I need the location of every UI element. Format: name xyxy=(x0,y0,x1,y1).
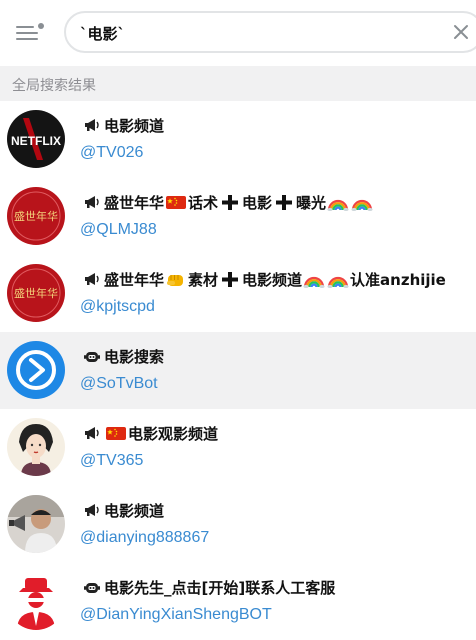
title-text: 电影搜索 xyxy=(104,347,165,366)
title-text: 曝光 xyxy=(296,193,327,212)
notification-dot xyxy=(38,23,44,29)
title-text: 电影频道 xyxy=(104,116,165,135)
megaphone-icon xyxy=(83,425,101,441)
rainbow-icon xyxy=(351,193,373,211)
rainbow-icon xyxy=(327,193,349,211)
clear-search-button[interactable] xyxy=(452,23,470,41)
megaphone-icon xyxy=(83,271,101,287)
result-handle: @TV026 xyxy=(80,144,144,161)
rainbow-emoji xyxy=(303,276,325,288)
result-item[interactable]: 电影搜索 @SoTvBot xyxy=(0,332,476,409)
bot-icon xyxy=(83,348,101,364)
avatar xyxy=(7,341,65,399)
rainbow-emoji xyxy=(327,199,349,211)
avatar: 盛世年华 xyxy=(7,187,65,245)
result-handle: @DianYingXianShengBOT xyxy=(80,606,272,623)
search-box xyxy=(64,11,476,53)
flag-cn-emoji xyxy=(166,196,187,209)
plus-emoji xyxy=(222,195,239,210)
top-bar xyxy=(0,0,476,66)
megaphone-glyph xyxy=(85,119,99,131)
megaphone-glyph xyxy=(85,427,99,439)
illustrated-woman-icon xyxy=(7,418,65,476)
result-title: 电影先生_点击[开始]联系人工客服 xyxy=(83,576,335,598)
svg-text:NETFLIX: NETFLIX xyxy=(11,134,61,148)
result-title: 盛世年华 话术 电影 曝光 xyxy=(83,191,374,213)
result-item[interactable]: NETFLIX 电影频道 @TV026 xyxy=(0,101,476,178)
red-seal-logo-icon: 盛世年华 xyxy=(7,187,65,245)
megaphone-icon xyxy=(83,117,101,133)
red-agent-logo-icon xyxy=(7,572,65,630)
rainbow-emoji xyxy=(327,276,349,288)
search-input[interactable] xyxy=(80,22,440,44)
rainbow-icon xyxy=(327,270,349,288)
result-handle: @kpjtscpd xyxy=(80,298,155,315)
avatar xyxy=(7,495,65,553)
title-text: 素材 xyxy=(188,270,219,289)
title-text: 电影频道 xyxy=(242,270,303,289)
menu-icon xyxy=(16,26,34,28)
result-handle: @SoTvBot xyxy=(80,375,158,392)
svg-text:盛世年华: 盛世年华 xyxy=(14,209,58,223)
netflix-logo-icon: NETFLIX xyxy=(7,110,65,168)
megaphone-icon xyxy=(83,194,101,210)
result-item[interactable]: 电影频道 @dianying888867 xyxy=(0,486,476,563)
plus-icon xyxy=(273,193,295,211)
menu-icon-line xyxy=(16,38,38,40)
title-text: 电影频道 xyxy=(104,501,165,520)
result-title: 电影观影频道 xyxy=(83,422,218,444)
plus-emoji xyxy=(222,272,239,287)
flag-cn-emoji xyxy=(106,427,126,440)
section-title: 全局搜索结果 xyxy=(12,78,96,94)
plus-emoji xyxy=(276,195,293,210)
megaphone-glyph xyxy=(85,273,99,285)
flag-cn-icon xyxy=(165,193,187,211)
megaphone-glyph xyxy=(85,196,99,208)
search-results-list: NETFLIX 电影频道 @TV026 盛世年华 盛世年华 话术 电影 曝光 @QLMJ88 盛世… xyxy=(0,101,476,640)
title-text: 话术 xyxy=(188,193,219,212)
bot-icon xyxy=(83,579,101,595)
bot-glyph xyxy=(84,352,100,362)
bot-glyph xyxy=(84,583,100,593)
svg-text:盛世年华: 盛世年华 xyxy=(14,286,58,300)
result-handle: @dianying888867 xyxy=(80,529,210,546)
result-item[interactable]: 电影观影频道 @TV365 xyxy=(0,409,476,486)
result-title: 盛世年华 素材 电影频道 认准anzhijie xyxy=(83,268,446,290)
blue-arrow-logo-icon xyxy=(7,341,65,399)
man-with-megaphone-icon xyxy=(7,495,65,553)
title-text: 电影 xyxy=(242,193,273,212)
avatar xyxy=(7,418,65,476)
title-text: 电影观影频道 xyxy=(128,424,219,443)
fist-icon xyxy=(165,270,187,288)
result-handle: @TV365 xyxy=(80,452,144,469)
close-icon xyxy=(454,25,468,39)
flag-cn-icon xyxy=(105,424,127,442)
result-title: 电影频道 xyxy=(83,499,164,521)
fist-emoji xyxy=(167,275,184,286)
result-item[interactable]: 盛世年华 盛世年华 话术 电影 曝光 @QLMJ88 xyxy=(0,178,476,255)
section-header: 全局搜索结果 xyxy=(0,66,476,101)
rainbow-icon xyxy=(303,270,325,288)
plus-icon xyxy=(219,270,241,288)
megaphone-icon xyxy=(83,502,101,518)
red-seal-logo-icon: 盛世年华 xyxy=(7,264,65,322)
avatar: NETFLIX xyxy=(7,110,65,168)
result-item[interactable]: 电影先生_点击[开始]联系人工客服 @DianYingXianShengBOT xyxy=(0,563,476,640)
rainbow-emoji xyxy=(351,199,373,211)
title-text: 认准anzhijie xyxy=(350,270,446,289)
menu-icon-line xyxy=(16,32,38,34)
avatar: 盛世年华 xyxy=(7,264,65,322)
avatar xyxy=(7,572,65,630)
result-title: 电影频道 xyxy=(83,114,164,136)
megaphone-glyph xyxy=(85,504,99,516)
title-text: 盛世年华 xyxy=(104,193,165,212)
result-handle: @QLMJ88 xyxy=(80,221,157,238)
menu-button[interactable] xyxy=(12,17,46,47)
result-title: 电影搜索 xyxy=(83,345,164,367)
title-text: 电影先生_点击[开始]联系人工客服 xyxy=(104,578,336,597)
plus-icon xyxy=(219,193,241,211)
title-text: 盛世年华 xyxy=(104,270,165,289)
result-item[interactable]: 盛世年华 盛世年华 素材 电影频道 认准anzhijie @kpjtscpd xyxy=(0,255,476,332)
